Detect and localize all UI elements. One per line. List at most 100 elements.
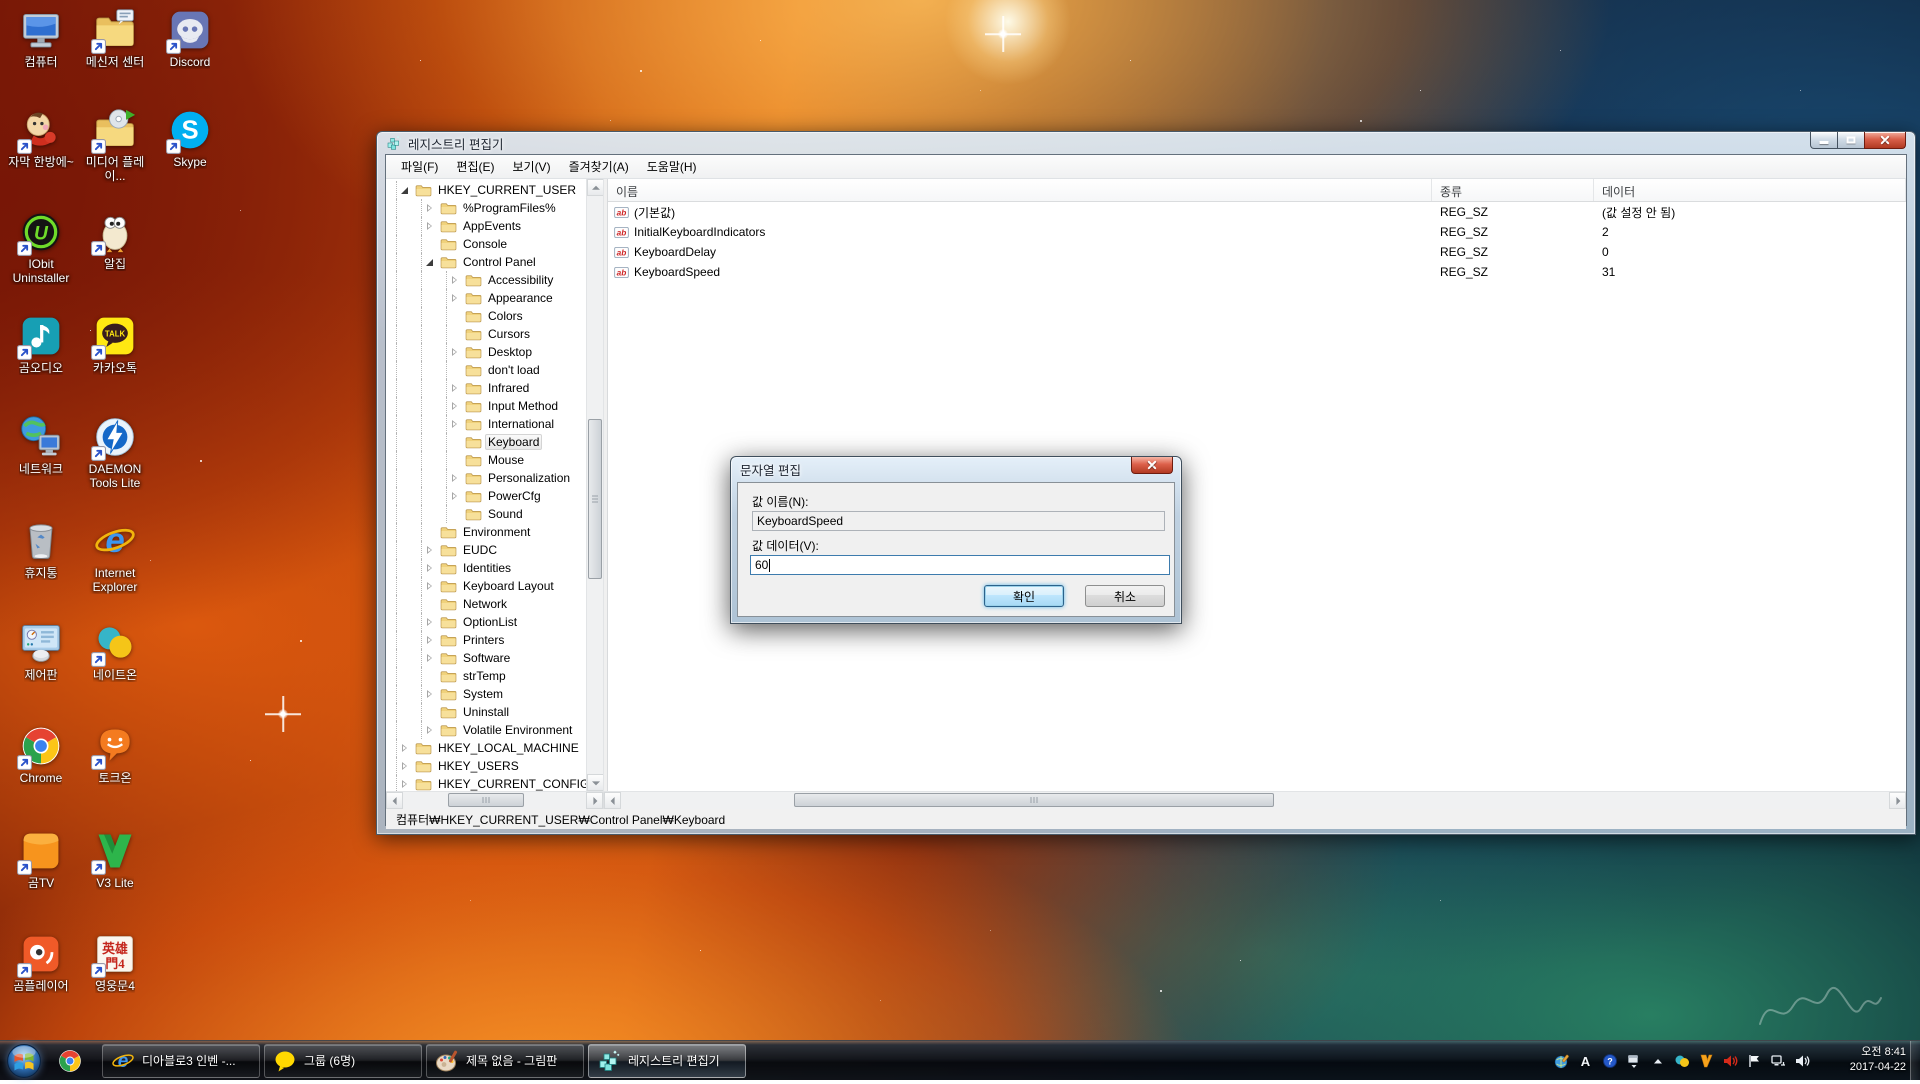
desktop-icon[interactable]: 네트워크 [4, 415, 78, 476]
expand-arrow-icon[interactable] [399, 760, 412, 773]
tree-item[interactable]: Network [386, 595, 586, 613]
desktop-icon[interactable]: 미디어 플레이... [78, 108, 152, 183]
expand-arrow-icon[interactable] [449, 472, 462, 485]
desktop-icon[interactable]: 곰오디오 [4, 314, 78, 375]
value-data-input[interactable]: 60 [750, 555, 1170, 575]
start-button[interactable] [6, 1043, 42, 1079]
tray-up-icon[interactable] [1649, 1053, 1666, 1070]
tree-item[interactable]: Cursors [386, 325, 586, 343]
maximize-button[interactable] [1837, 132, 1865, 149]
expand-arrow-icon[interactable] [399, 778, 412, 791]
desktop-icon[interactable]: Chrome [4, 724, 78, 785]
tree-item[interactable]: Keyboard Layout [386, 577, 586, 595]
expand-arrow-icon[interactable] [424, 688, 437, 701]
menu-item[interactable]: 보기(V) [503, 155, 559, 178]
regedit-titlebar[interactable]: 레지스트리 편집기 [377, 132, 1915, 154]
expand-arrow-icon[interactable] [449, 508, 462, 521]
tree-item[interactable]: Desktop [386, 343, 586, 361]
expand-arrow-icon[interactable] [449, 346, 462, 359]
desktop-icon[interactable]: S Skype [153, 108, 227, 169]
tree-item[interactable]: Sound [386, 505, 586, 523]
desktop-icon[interactable]: 제어판 [4, 621, 78, 682]
expand-arrow-icon[interactable] [449, 274, 462, 287]
edit-string-dialog[interactable]: 문자열 편집 값 이름(N): KeyboardSpeed 값 데이터(V): … [730, 456, 1182, 624]
ime-toolbar-icon[interactable] [1625, 1053, 1642, 1070]
tree-item[interactable]: Input Method [386, 397, 586, 415]
tree-item[interactable]: Accessibility [386, 271, 586, 289]
desktop-icon[interactable]: DAEMON Tools Lite [78, 415, 152, 490]
close-button[interactable] [1864, 132, 1906, 149]
desktop-icon[interactable]: 英雄門4 영웅문4 [78, 932, 152, 993]
taskbar-chrome-icon[interactable] [50, 1044, 90, 1078]
tree-item[interactable]: Software [386, 649, 586, 667]
scroll-right-button[interactable] [1889, 792, 1906, 809]
expand-arrow-icon[interactable] [424, 562, 437, 575]
tree-item[interactable]: HKEY_CURRENT_USER [386, 181, 586, 199]
volume-tray-icon[interactable] [1793, 1053, 1810, 1070]
gomspeaker-tray-icon[interactable] [1721, 1053, 1738, 1070]
tree-item[interactable]: Printers [386, 631, 586, 649]
tree-item[interactable]: Environment [386, 523, 586, 541]
expand-arrow-icon[interactable] [424, 598, 437, 611]
scroll-left-button[interactable] [604, 792, 621, 809]
scroll-left-button[interactable] [386, 792, 403, 809]
taskbar-button[interactable]: 레지스트리 편집기 [588, 1044, 746, 1078]
column-header-name[interactable]: 이름 [608, 179, 1432, 201]
expand-arrow-icon[interactable] [424, 616, 437, 629]
expand-arrow-icon[interactable] [449, 364, 462, 377]
ime-globe-icon[interactable] [1553, 1053, 1570, 1070]
desktop-icon[interactable]: 휴지통 [4, 519, 78, 580]
registry-tree-panel[interactable]: HKEY_CURRENT_USER %ProgramFiles% AppEven… [386, 179, 604, 791]
tree-item[interactable]: Uninstall [386, 703, 586, 721]
expand-arrow-icon[interactable] [424, 580, 437, 593]
desktop-icon[interactable]: 알집 [78, 210, 152, 271]
tree-item[interactable]: HKEY_LOCAL_MACHINE [386, 739, 586, 757]
dialog-close-button[interactable] [1131, 457, 1173, 474]
minimize-button[interactable] [1810, 132, 1838, 149]
expand-arrow-icon[interactable] [449, 382, 462, 395]
menu-item[interactable]: 편집(E) [447, 155, 503, 178]
tree-item[interactable]: Control Panel [386, 253, 586, 271]
tree-item[interactable]: Identities [386, 559, 586, 577]
expand-arrow-icon[interactable] [424, 634, 437, 647]
taskbar-button[interactable]: 그룹 (6명) [264, 1044, 422, 1078]
ime-help-icon[interactable]: ? [1601, 1053, 1618, 1070]
tree-item[interactable]: Mouse [386, 451, 586, 469]
expand-arrow-icon[interactable] [424, 220, 437, 233]
flag-tray-icon[interactable] [1745, 1053, 1762, 1070]
v3-tray-icon[interactable] [1697, 1053, 1714, 1070]
column-header-type[interactable]: 종류 [1432, 179, 1594, 201]
expand-arrow-icon[interactable] [424, 202, 437, 215]
tree-item[interactable]: EUDC [386, 541, 586, 559]
expand-arrow-icon[interactable] [424, 706, 437, 719]
tree-horizontal-scrollbar[interactable] [386, 792, 604, 809]
desktop-icon[interactable]: 자막 한방에~ [4, 108, 78, 169]
expand-arrow-icon[interactable] [449, 490, 462, 503]
menu-item[interactable]: 즐겨찾기(A) [560, 155, 638, 178]
expand-arrow-icon[interactable] [449, 292, 462, 305]
expand-arrow-icon[interactable] [424, 724, 437, 737]
tree-item[interactable]: %ProgramFiles% [386, 199, 586, 217]
ime-a-icon[interactable]: A [1577, 1053, 1594, 1070]
registry-value-row[interactable]: abInitialKeyboardIndicators REG_SZ 2 [608, 222, 1906, 242]
registry-value-row[interactable]: abKeyboardDelay REG_SZ 0 [608, 242, 1906, 262]
scroll-down-button[interactable] [587, 774, 604, 791]
ok-button[interactable]: 확인 [984, 585, 1064, 607]
desktop-icon[interactable]: Discord [153, 8, 227, 69]
expand-arrow-icon[interactable] [449, 328, 462, 341]
tree-item[interactable]: Colors [386, 307, 586, 325]
expand-arrow-icon[interactable] [424, 238, 437, 251]
tree-item[interactable]: Volatile Environment [386, 721, 586, 739]
desktop-icon[interactable]: TALK 카카오톡 [78, 314, 152, 375]
expand-arrow-icon[interactable] [399, 742, 412, 755]
nateon-tray-icon[interactable] [1673, 1053, 1690, 1070]
expand-arrow-icon[interactable] [424, 670, 437, 683]
show-desktop-button[interactable] [1910, 1041, 1920, 1081]
expand-arrow-icon[interactable] [449, 454, 462, 467]
expand-arrow-icon[interactable] [449, 418, 462, 431]
scrollbar-thumb[interactable] [448, 793, 524, 807]
tree-item[interactable]: PowerCfg [386, 487, 586, 505]
tree-item[interactable]: System [386, 685, 586, 703]
tree-vertical-scrollbar[interactable] [586, 179, 603, 791]
scroll-right-button[interactable] [586, 792, 603, 809]
